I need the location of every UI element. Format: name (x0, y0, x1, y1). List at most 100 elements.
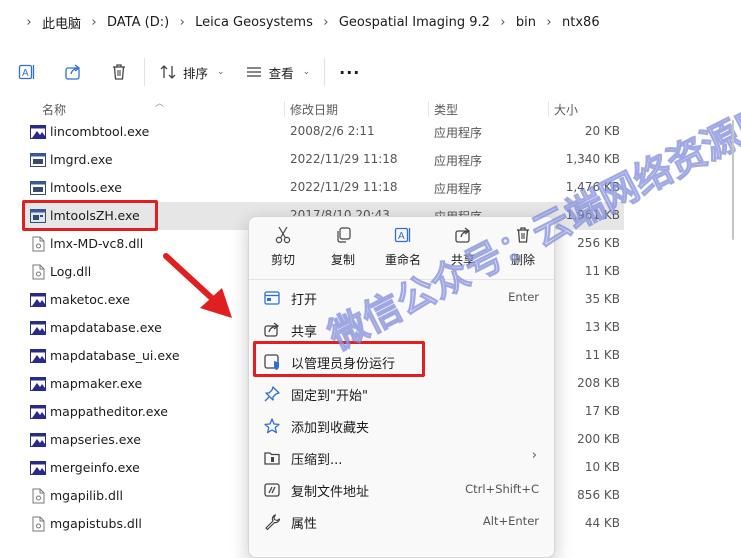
share-icon (263, 321, 281, 339)
file-name: mapmaker.exe (50, 376, 143, 391)
chevron-right-icon: › (531, 448, 537, 463)
file-name: lmtools.exe (50, 180, 122, 195)
file-name: lincombtool.exe (50, 124, 150, 139)
share-button[interactable]: 共享 (435, 225, 491, 271)
menu-item-label: 属性 (291, 517, 318, 532)
app-icon (30, 292, 46, 308)
view-button[interactable]: 查看 ⌄ (245, 63, 311, 82)
sort-label: 排序 (183, 65, 209, 81)
more-options-button[interactable]: ··· (339, 63, 360, 82)
file-date: 2008/2/6 2:11 (290, 124, 375, 138)
file-name: mergeinfo.exe (50, 460, 140, 475)
rename-icon[interactable]: A (16, 61, 38, 83)
file-size: 200 KB (577, 432, 620, 446)
column-date[interactable]: 修改日期 (290, 101, 338, 118)
menu-divider (249, 279, 554, 280)
menu-item-label: 复制文件地址 (291, 485, 370, 500)
cut-icon (273, 225, 293, 245)
path-icon (263, 481, 281, 499)
breadcrumb-item-data-drive[interactable]: DATA (D:) (107, 15, 169, 30)
cut-label: 剪切 (270, 253, 295, 267)
context-menu: 剪切 复制 A 重命名 共享 删除 打开 Enter 共享 以管理员身份运行 固… (248, 216, 555, 558)
file-row[interactable]: lincombtool.exe 2008/2/6 2:11 应用程序 20 KB (22, 118, 624, 146)
menu-item-open[interactable]: 打开 Enter (255, 281, 547, 313)
column-size[interactable]: 大小 (554, 101, 578, 118)
file-row[interactable]: lmtools.exe 2022/11/29 11:18 应用程序 1,476 KB (22, 174, 624, 202)
window-icon (30, 180, 46, 196)
toolbar-divider (324, 58, 326, 86)
highlight-box (22, 200, 158, 231)
star-icon (263, 417, 281, 435)
chevron-right-icon: › (26, 14, 32, 30)
breadcrumb-item-leica[interactable]: Leica Geosystems (195, 15, 313, 30)
sort-icon (160, 65, 176, 79)
file-date: 2022/11/29 11:18 (290, 152, 398, 166)
file-size: 856 KB (577, 488, 620, 502)
file-type: 应用程序 (434, 182, 483, 196)
dll-icon (30, 236, 46, 252)
menu-item-label: 共享 (291, 325, 318, 340)
view-icon (246, 67, 261, 77)
chevron-right-icon: › (91, 14, 97, 30)
app-icon (30, 460, 46, 476)
app-icon (30, 376, 46, 392)
menu-item-label: 打开 (291, 293, 318, 308)
archive-icon (263, 449, 281, 467)
file-row[interactable]: lmgrd.exe 2022/11/29 11:18 应用程序 1,340 KB (22, 146, 624, 174)
menu-item-copy-path[interactable]: 复制文件地址 Ctrl+Shift+C (255, 473, 547, 505)
file-name: lmx-MD-vc8.dll (50, 236, 144, 251)
wrench-icon (263, 513, 281, 531)
file-size: 256 KB (577, 236, 620, 250)
rename-label: 重命名 (384, 253, 421, 267)
toolbar-divider (144, 58, 145, 86)
delete-label: 删除 (510, 253, 535, 267)
copy-icon (333, 225, 353, 245)
breadcrumb-item-ntx86[interactable]: ntx86 (562, 15, 600, 30)
menu-item-label: 固定到"开始" (291, 389, 368, 404)
menu-item-pin-to-start[interactable]: 固定到"开始" (255, 377, 547, 409)
delete-icon[interactable] (108, 61, 130, 83)
breadcrumb-item-bin[interactable]: bin (516, 15, 536, 30)
menu-item-shortcut: Ctrl+Shift+C (465, 482, 539, 496)
file-name: lmgrd.exe (50, 152, 113, 167)
delete-button[interactable]: 删除 (495, 225, 551, 271)
copy-button[interactable]: 复制 (315, 225, 371, 271)
file-date: 2022/11/29 11:18 (290, 180, 398, 194)
file-name: Log.dll (50, 264, 92, 279)
share-label: 共享 (450, 253, 475, 267)
svg-text:A: A (398, 231, 405, 242)
dll-icon (30, 264, 46, 280)
chevron-right-icon: › (500, 14, 506, 30)
menu-item-compress[interactable]: 压缩到... › (255, 441, 547, 473)
file-size: 13 KB (584, 320, 620, 334)
svg-text:A: A (22, 68, 29, 79)
file-name: mapdatabase.exe (50, 320, 162, 335)
menu-item-properties[interactable]: 属性 Alt+Enter (255, 505, 547, 537)
menu-item-shortcut: Alt+Enter (482, 514, 539, 528)
file-size: 1,961 KB (565, 208, 620, 222)
file-name: mapseries.exe (50, 432, 141, 447)
copy-label: 复制 (330, 253, 355, 267)
menu-item-add-favorite[interactable]: 添加到收藏夹 (255, 409, 547, 441)
app-icon (30, 404, 46, 420)
pointer-arrow (163, 253, 232, 318)
file-name: mgapistubs.dll (50, 516, 142, 531)
chevron-down-icon: ⌄ (302, 67, 311, 77)
sort-button[interactable]: 排序 ⌄ (159, 63, 225, 82)
app-icon (30, 432, 46, 448)
rename-button[interactable]: A 重命名 (375, 225, 431, 271)
column-type[interactable]: 类型 (434, 101, 458, 118)
app-icon (30, 124, 46, 140)
file-name: mapdatabase_ui.exe (50, 348, 180, 363)
file-size: 35 KB (584, 292, 620, 306)
share-icon (453, 225, 473, 245)
file-type: 应用程序 (434, 126, 483, 140)
breadcrumb-item-this-pc[interactable]: 此电脑 (42, 13, 81, 32)
cut-button[interactable]: 剪切 (255, 225, 311, 271)
breadcrumb-item-imaging[interactable]: Geospatial Imaging 9.2 (339, 15, 490, 30)
share-icon[interactable] (62, 61, 84, 83)
scrollbar[interactable] (731, 100, 735, 540)
file-size: 208 KB (577, 376, 620, 390)
chevron-right-icon: › (323, 14, 329, 30)
column-name[interactable]: 名称 (42, 101, 66, 118)
